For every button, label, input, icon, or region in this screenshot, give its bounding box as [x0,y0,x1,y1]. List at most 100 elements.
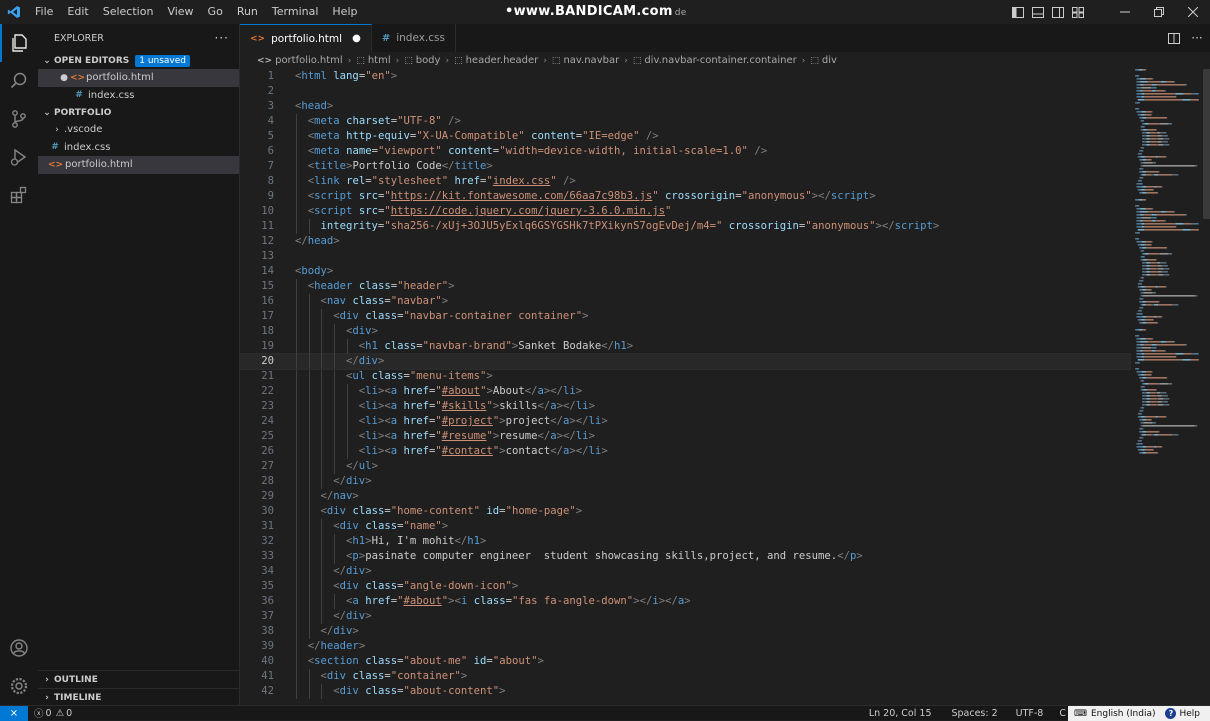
tab-portfolio-html[interactable]: <> portfolio.html ● [240,24,372,52]
menu-item-view[interactable]: View [160,0,200,24]
code-line[interactable]: 12</head> [240,234,1130,249]
code-line[interactable]: 30 <div class="home-content" id="home-pa… [240,504,1130,519]
cursor-position[interactable]: Ln 20, Col 15 [863,708,946,719]
code-line[interactable]: 25 <li><a href="#resume">resume</a></li> [240,429,1130,444]
code-editor[interactable]: 42 <div class="about-content">41 <div cl… [240,69,1210,705]
run-debug-icon[interactable] [0,138,38,176]
code-line[interactable]: 16 <nav class="navbar"> [240,294,1130,309]
unsaved-dot-icon[interactable]: ● [352,33,361,44]
code-line[interactable]: 6 <meta name="viewport" content="width=d… [240,144,1130,159]
tree-item-vscode[interactable]: › .vscode [38,121,239,139]
restore-button[interactable] [1142,0,1176,24]
code-line[interactable]: 26 <li><a href="#contact">contact</a></l… [240,444,1130,459]
code-line[interactable]: 37 </div> [240,609,1130,624]
breadcrumb-item[interactable]: ⬚html [356,55,390,66]
close-window-button[interactable] [1176,0,1210,24]
code-line[interactable]: 20 </div> [240,354,1130,369]
tab-index-css[interactable]: # index.css [372,24,456,52]
code-line[interactable]: 4 <meta charset="UTF-8" /> [240,114,1130,129]
code-line[interactable]: 38 </div> [240,624,1130,639]
code-line[interactable]: 40 <section class="about-me" id="about"> [240,654,1130,669]
minimap-token [1150,132,1151,134]
code-line[interactable]: 10 <script src="https://code.jquery.com/… [240,204,1130,219]
menu-item-help[interactable]: Help [325,0,364,24]
code-line[interactable]: 28 </div> [240,474,1130,489]
breadcrumb-item[interactable]: ⬚body [404,55,440,66]
accounts-icon[interactable] [0,629,38,667]
breadcrumb-item[interactable]: <>portfolio.html [257,55,343,66]
code-line[interactable]: 41 <div class="container"> [240,669,1130,684]
line-ending[interactable]: C [1053,708,1068,719]
code-line[interactable]: 1<html lang="en"> [240,69,1130,84]
menu-item-selection[interactable]: Selection [96,0,161,24]
open-editors-section[interactable]: ⌄ OPEN EDITORS 1 unsaved [38,52,239,69]
breadcrumb-item[interactable]: ⬚div [810,55,837,66]
code-line[interactable]: 34 </div> [240,564,1130,579]
code-line[interactable]: 19 <h1 class="navbar-brand">Sanket Bodak… [240,339,1130,354]
more-actions-icon[interactable]: ··· [1184,26,1210,50]
source-control-icon[interactable] [0,100,38,138]
tree-item-index-css[interactable]: # index.css [38,139,239,157]
customize-layout-icon[interactable] [1068,0,1088,24]
code-line[interactable]: 3<head> [240,99,1130,114]
code-line[interactable]: 31 <div class="name"> [240,519,1130,534]
code-line[interactable]: 24 <li><a href="#project">project</a></l… [240,414,1130,429]
code-line[interactable]: 27 </ul> [240,459,1130,474]
open-editor-index-css[interactable]: # index.css [38,87,239,105]
code-line[interactable]: 32 <h1>Hi, I'm mohit</h1> [240,534,1130,549]
menu-item-go[interactable]: Go [201,0,230,24]
explorer-icon[interactable] [0,24,38,62]
code-line[interactable]: 33 <p>pasinate computer engineer student… [240,549,1130,564]
code-line[interactable]: 15 <header class="header"> [240,279,1130,294]
code-line[interactable]: 22 <li><a href="#about">About</a></li> [240,384,1130,399]
menu-item-terminal[interactable]: Terminal [265,0,326,24]
minimap[interactable] [1133,69,1203,469]
search-icon[interactable] [0,62,38,100]
menu-item-run[interactable]: Run [230,0,265,24]
menu-item-file[interactable]: File [28,0,60,24]
remote-indicator-icon[interactable]: ⨯ [0,706,28,721]
help-chip[interactable]: ? Help [1161,706,1210,721]
outline-section[interactable]: › OUTLINE [38,670,240,688]
more-actions-icon[interactable]: ··· [215,31,229,45]
code-line[interactable]: 8 <link rel="stylesheet" href="index.css… [240,174,1130,189]
encoding[interactable]: UTF-8 [1010,708,1054,719]
breadcrumb-item[interactable]: ⬚div.navbar-container.container [633,55,797,66]
code-line[interactable]: 7 <title>Portfolio Code</title> [240,159,1130,174]
code-line[interactable]: 13 [240,249,1130,264]
code-line[interactable]: 39 </header> [240,639,1130,654]
minimize-button[interactable] [1108,0,1142,24]
code-line[interactable]: 36 <a href="#about"><i class="fas fa-ang… [240,594,1130,609]
code-line[interactable]: 21 <ul class="menu-items"> [240,369,1130,384]
toggle-secondary-sidebar-icon[interactable] [1048,0,1068,24]
open-editor-portfolio-html[interactable]: ● <> portfolio.html [38,69,239,87]
minimap-token [1158,398,1163,400]
code-line[interactable]: 5 <meta http-equiv="X-UA-Compatible" con… [240,129,1130,144]
portfolio-folder-section[interactable]: ⌄ PORTFOLIO [38,104,239,121]
code-line[interactable]: 29 </nav> [240,489,1130,504]
tree-item-portfolio-html[interactable]: <> portfolio.html [38,156,239,174]
problems-indicator[interactable]: ⓧ 0 ⚠ 0 [28,706,78,720]
code-line[interactable]: 11 integrity="sha256-/xUj+3OJU5yExlq6GSY… [240,219,1130,234]
toggle-primary-sidebar-icon[interactable] [1008,0,1028,24]
breadcrumb-item[interactable]: ⬚header.header [454,55,538,66]
menu-item-edit[interactable]: Edit [60,0,95,24]
code-line[interactable]: 14<body> [240,264,1130,279]
scrollbar-thumb[interactable] [1203,69,1210,219]
language-input-chip[interactable]: ⌨ English (India) [1068,706,1161,721]
code-line[interactable]: 42 <div class="about-content"> [240,684,1130,699]
line-number: 42 [240,684,274,699]
code-line[interactable]: 35 <div class="angle-down-icon"> [240,579,1130,594]
code-line[interactable]: 9 <script src="https://kit.fontawesome.c… [240,189,1130,204]
code-line[interactable]: 18 <div> [240,324,1130,339]
extensions-icon[interactable] [0,176,38,214]
breadcrumb-item[interactable]: ⬚nav.navbar [552,55,619,66]
timeline-section[interactable]: › TIMELINE [38,688,240,706]
indentation[interactable]: Spaces: 2 [945,708,1009,719]
code-line[interactable]: 2 [240,84,1130,99]
manage-gear-icon[interactable] [0,667,38,705]
code-line[interactable]: 23 <li><a href="#skills">skills</a></li> [240,399,1130,414]
split-editor-icon[interactable] [1164,26,1184,50]
code-line[interactable]: 17 <div class="navbar-container containe… [240,309,1130,324]
toggle-panel-icon[interactable] [1028,0,1048,24]
